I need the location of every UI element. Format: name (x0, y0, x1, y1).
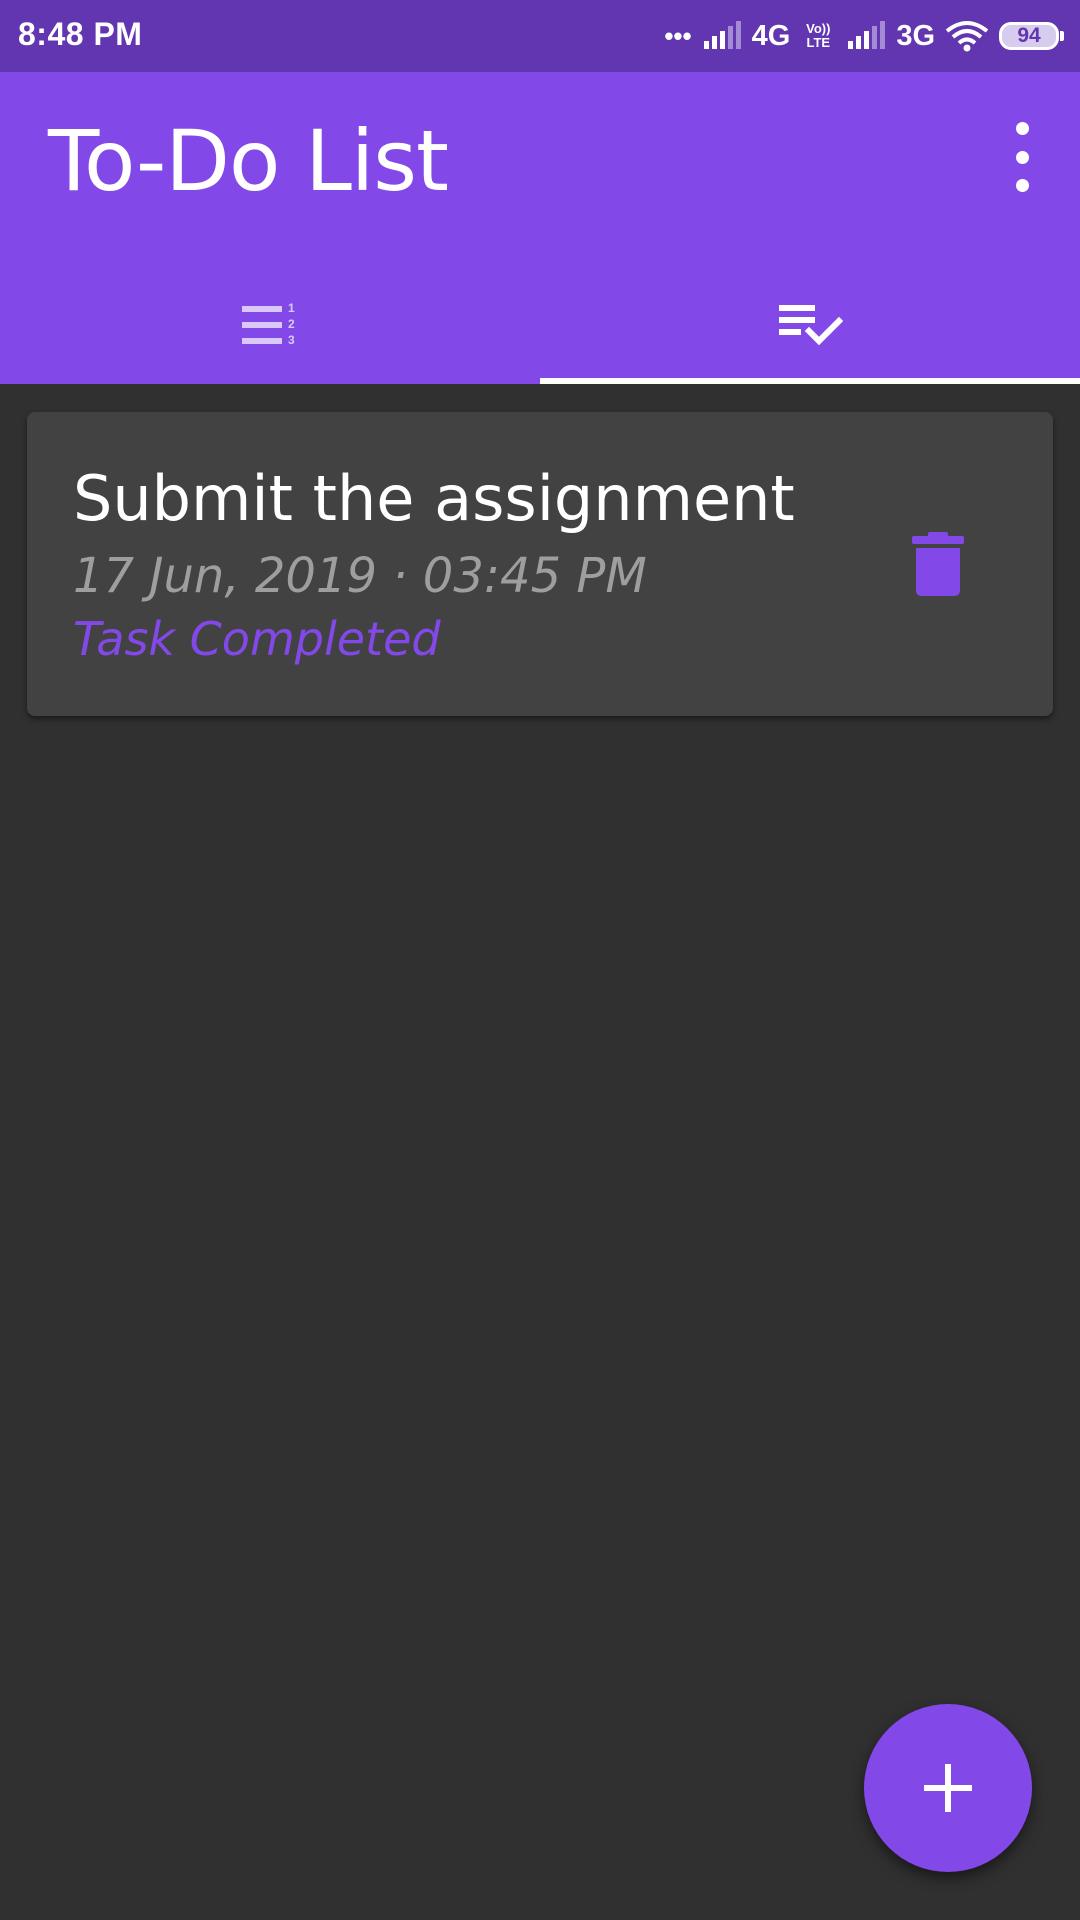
network-type-1: 4G (751, 19, 791, 52)
delete-button[interactable] (903, 524, 973, 604)
volte-bottom: LTE (806, 35, 831, 50)
wifi-icon (945, 21, 989, 52)
page-title: To-Do List (48, 112, 449, 210)
battery-tip (1060, 31, 1064, 41)
add-task-button[interactable] (864, 1704, 1032, 1872)
task-datetime: 17 Jun, 2019 · 03:45 PM (73, 548, 647, 604)
menu-dot (1015, 122, 1029, 135)
more-vert-icon[interactable] (994, 122, 1050, 192)
menu-dot (1015, 150, 1029, 164)
volte-top: Vo)) (806, 21, 831, 36)
tab-pending-tasks[interactable]: 1 2 3 (0, 268, 540, 384)
format-list-numbered-icon: 1 2 3 (242, 301, 295, 347)
task-card[interactable]: Submit the assignment 17 Jun, 2019 · 03:… (27, 412, 1053, 716)
svg-text:3: 3 (288, 333, 295, 347)
status-icons: ••• 4G Vo)) LTE 3G 94 (664, 14, 1064, 58)
battery-level: 94 (999, 22, 1059, 50)
playlist-check-icon (779, 305, 843, 346)
screen: 8:48 PM ••• 4G Vo)) LTE 3G 94 To-Do List… (0, 0, 1080, 1920)
svg-text:1: 1 (288, 301, 295, 315)
tab-completed-tasks[interactable] (540, 268, 1080, 384)
signal-icon (703, 21, 741, 49)
menu-dot (1015, 179, 1029, 192)
app-bar: To-Do List 1 2 3 (0, 72, 1080, 384)
tab-indicator (540, 378, 1080, 384)
add-icon (924, 1764, 972, 1812)
signal-icon-2 (848, 21, 886, 49)
network-type-2: 3G (896, 19, 935, 52)
svg-text:2: 2 (288, 317, 295, 331)
task-status: Task Completed (73, 612, 441, 666)
notification-dots-icon: ••• (664, 20, 692, 51)
status-bar: 8:48 PM ••• 4G Vo)) LTE 3G 94 (0, 0, 1080, 72)
delete-icon (912, 532, 964, 596)
task-title: Submit the assignment (73, 462, 795, 535)
battery-indicator: 94 (999, 22, 1064, 50)
status-time: 8:48 PM (18, 16, 143, 52)
volte-icon: Vo)) LTE (800, 22, 836, 50)
